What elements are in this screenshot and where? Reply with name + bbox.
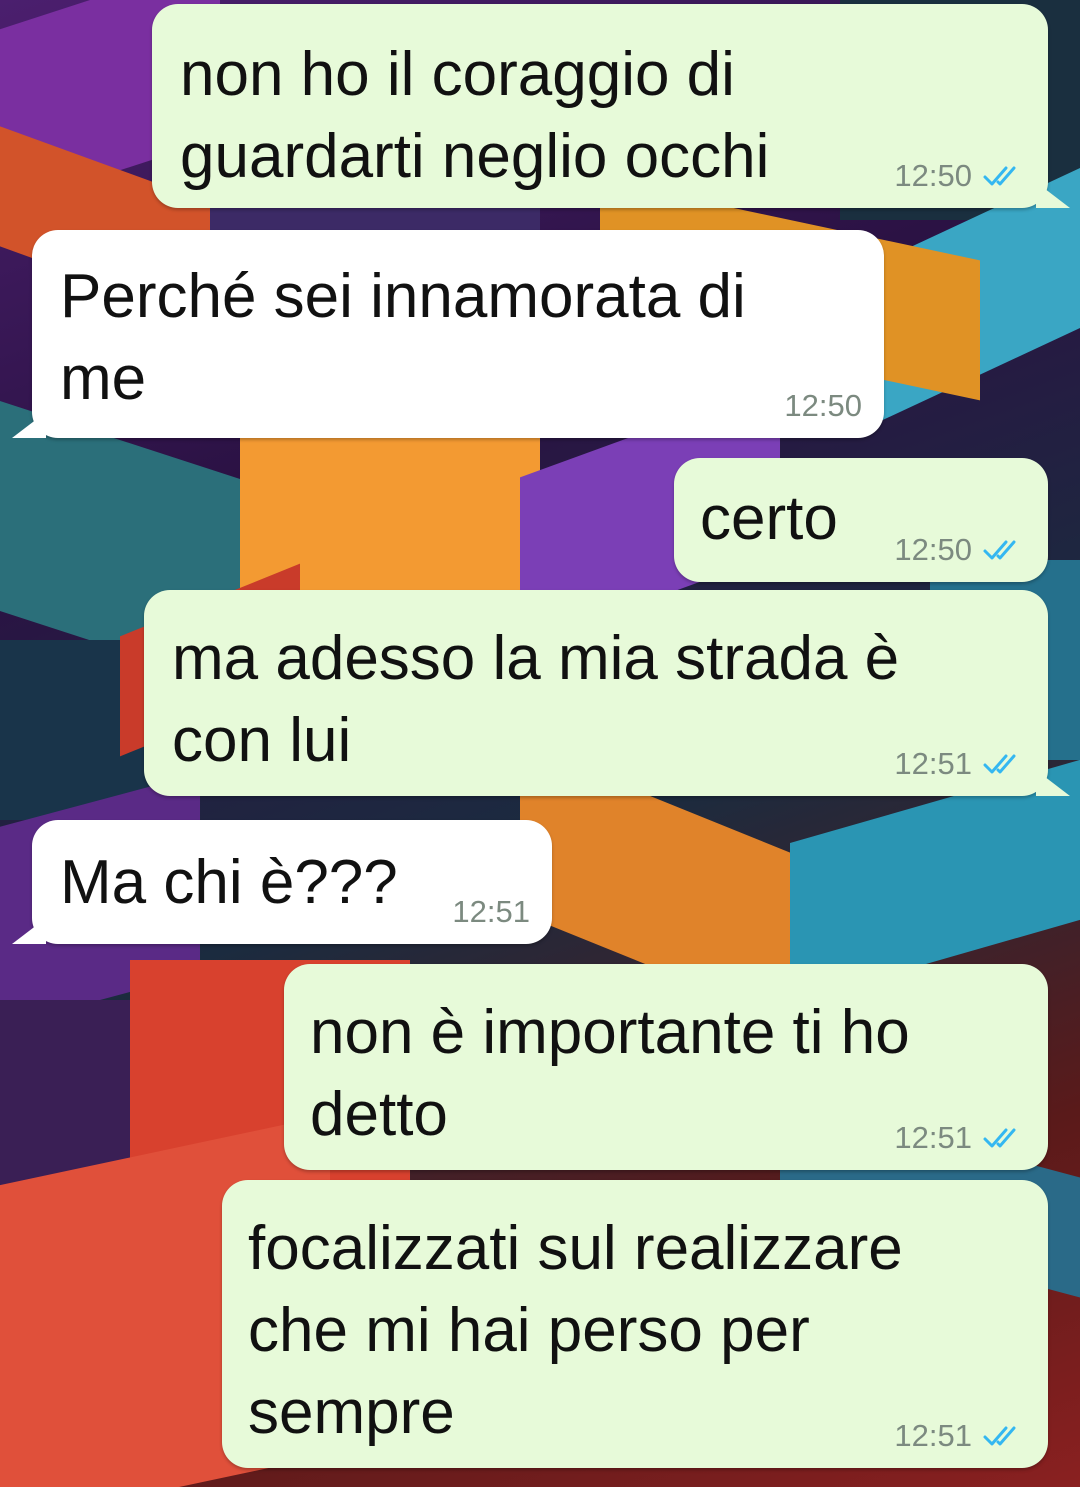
message-meta: 12:50 <box>894 532 1028 568</box>
message-meta: 12:51 <box>894 1120 1028 1156</box>
message-time: 12:51 <box>452 894 530 929</box>
message-meta: 12:50 <box>784 388 862 424</box>
message-text: focalizzati sul realizzare che mi hai pe… <box>248 1214 903 1447</box>
message-text: non è importante ti ho detto <box>310 998 910 1149</box>
message-text: ma adesso la mia strada è con lui <box>172 624 900 775</box>
message-text: non ho il coraggio di guardarti neglio o… <box>180 40 770 191</box>
message-time: 12:51 <box>894 1418 972 1453</box>
read-ticks-icon <box>983 540 1016 560</box>
read-ticks-icon <box>983 1426 1016 1446</box>
read-ticks-icon <box>983 754 1016 774</box>
message-bubble-outgoing[interactable]: focalizzati sul realizzare che mi hai pe… <box>222 1180 1048 1468</box>
message-time: 12:51 <box>894 1120 972 1155</box>
message-meta: 12:51 <box>894 746 1028 782</box>
message-bubble-outgoing[interactable]: non ho il coraggio di guardarti neglio o… <box>152 4 1070 208</box>
message-text: certo <box>700 484 838 553</box>
read-ticks-icon <box>983 1128 1016 1148</box>
message-meta: 12:51 <box>894 1418 1028 1454</box>
message-time: 12:50 <box>784 388 862 423</box>
message-time: 12:51 <box>894 746 972 781</box>
message-text: Perché sei innamorata di me <box>60 262 746 413</box>
message-bubble-outgoing[interactable]: certo 12:50 <box>674 458 1048 582</box>
message-bubble-outgoing[interactable]: non è importante ti ho detto 12:51 <box>284 964 1048 1170</box>
message-meta: 12:50 <box>894 158 1028 194</box>
message-bubble-outgoing[interactable]: ma adesso la mia strada è con lui 12:51 <box>144 590 1070 796</box>
message-time: 12:50 <box>894 532 972 567</box>
message-meta: 12:51 <box>452 894 530 930</box>
message-bubble-incoming[interactable]: Perché sei innamorata di me 12:50 <box>12 230 884 438</box>
message-bubble-incoming[interactable]: Ma chi è??? 12:51 <box>12 820 552 944</box>
message-time: 12:50 <box>894 158 972 193</box>
read-ticks-icon <box>983 166 1016 186</box>
message-text: Ma chi è??? <box>60 848 398 917</box>
